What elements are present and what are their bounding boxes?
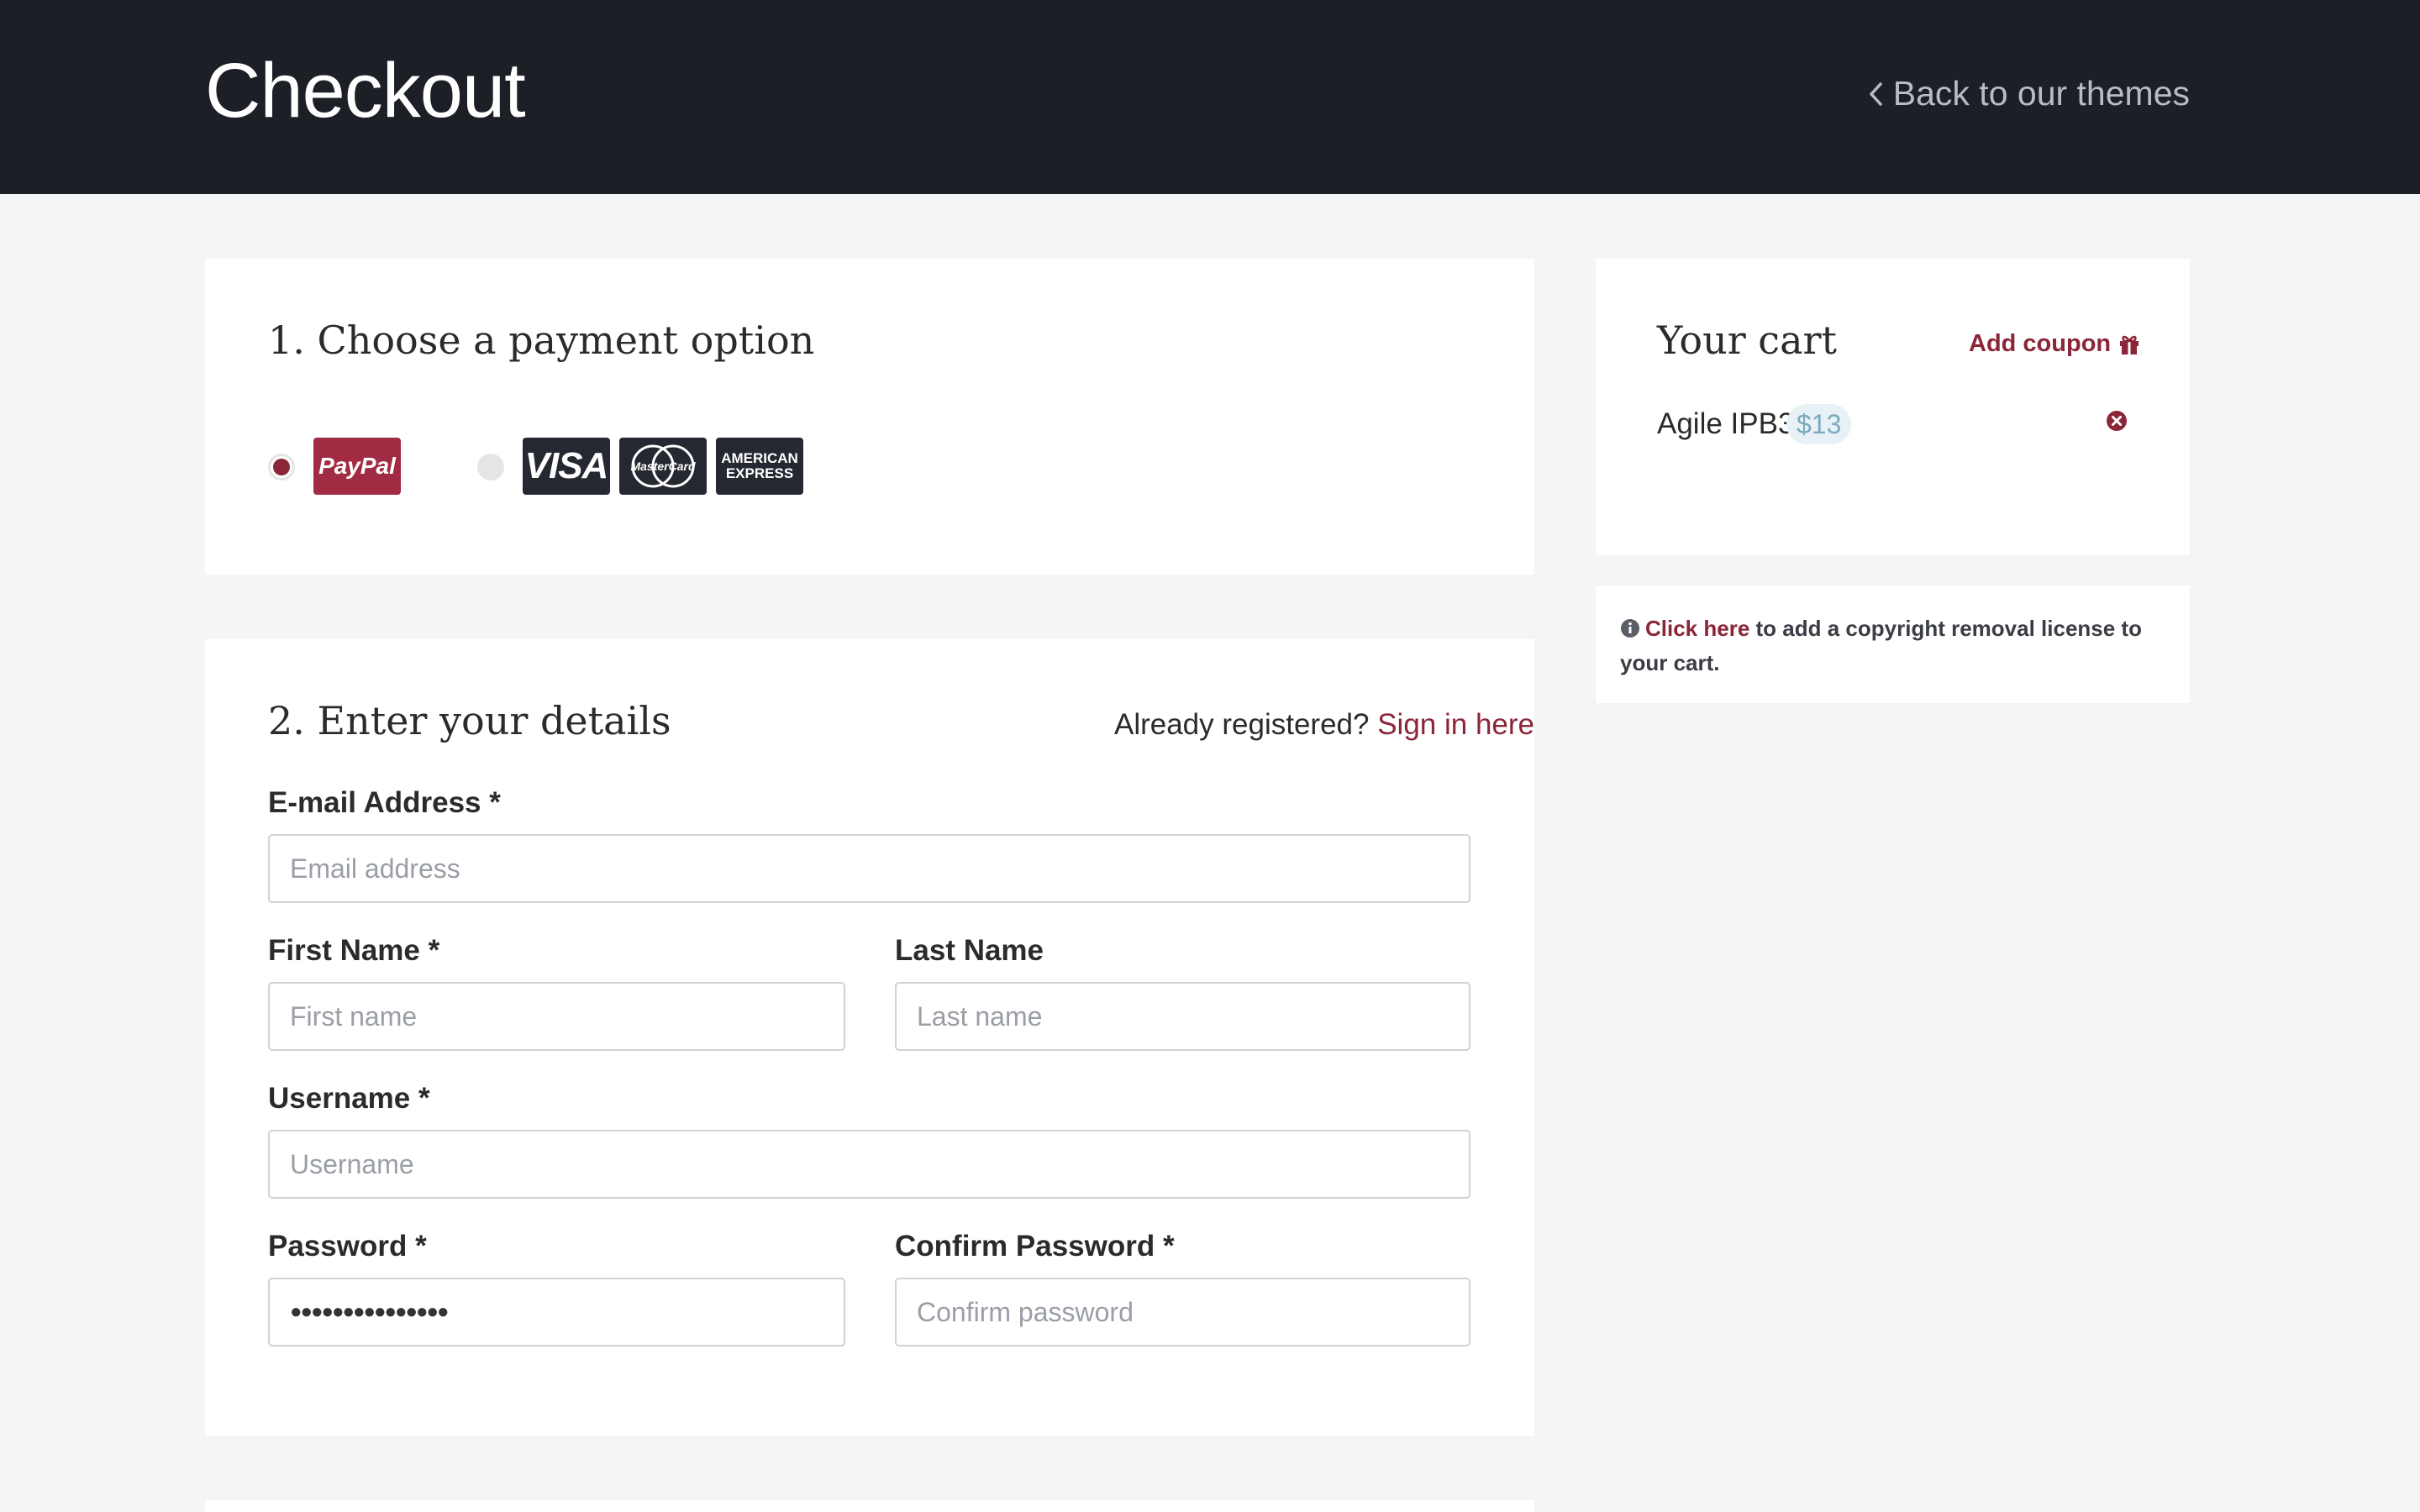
amex-line2: EXPRESS: [725, 465, 794, 481]
confirm-password-label: Confirm Password *: [895, 1230, 1175, 1263]
paypal-radio[interactable]: [268, 454, 295, 480]
confirm-password-field[interactable]: [895, 1278, 1470, 1347]
password-label: Password *: [268, 1230, 427, 1263]
signin-prompt: Already registered? Sign in here: [1114, 708, 1534, 742]
license-notice: Click here to add a copyright removal li…: [1620, 612, 2166, 680]
password-field[interactable]: ●●●●●●●●●●●●●●●: [268, 1278, 845, 1347]
back-link-label: Back to our themes: [1892, 74, 2190, 113]
payment-option-card: [205, 259, 1534, 575]
mastercard-logo[interactable]: MasterCard: [619, 438, 707, 495]
last-name-label: Last Name: [895, 934, 1044, 967]
visa-logo[interactable]: VISA: [523, 438, 610, 495]
price-badge: $13: [1786, 404, 1852, 444]
back-to-themes-link[interactable]: Back to our themes: [1866, 74, 2190, 113]
email-field[interactable]: [268, 834, 1470, 903]
sign-in-link[interactable]: Sign in here: [1377, 708, 1534, 741]
username-label: Username *: [268, 1082, 430, 1115]
first-name-label: First Name *: [268, 934, 440, 967]
details-section-title: 2. Enter your details: [268, 698, 671, 743]
username-field[interactable]: [268, 1130, 1470, 1199]
amex-line1: AMERICAN: [721, 450, 798, 467]
last-name-field[interactable]: [895, 982, 1470, 1051]
amex-logo[interactable]: AMERICAN EXPRESS: [716, 438, 803, 495]
top-header: Checkout Back to our themes: [0, 0, 2420, 194]
page-title: Checkout: [205, 48, 526, 134]
remove-item-icon[interactable]: [2106, 410, 2128, 432]
mastercard-text: MasterCard: [630, 459, 695, 473]
paypal-logo[interactable]: PayPal: [313, 438, 401, 495]
add-coupon-label: Add coupon: [1969, 330, 2112, 357]
license-click-here-link[interactable]: Click here: [1645, 616, 1749, 641]
info-icon: [1621, 619, 1639, 638]
add-coupon-link[interactable]: Add coupon: [1969, 330, 2141, 358]
chevron-left-icon: [1870, 81, 1882, 106]
first-name-field[interactable]: [268, 982, 845, 1051]
cart-item-name: Agile IPB3: [1657, 407, 1795, 440]
gift-icon: [2120, 335, 2139, 354]
card-radio[interactable]: [477, 454, 504, 480]
next-section-card: [205, 1500, 1534, 1512]
password-dots: ●●●●●●●●●●●●●●●: [290, 1300, 449, 1323]
payment-section-title: 1. Choose a payment option: [268, 318, 815, 363]
mastercard-icon: MasterCard: [630, 444, 696, 488]
already-registered-text: Already registered?: [1113, 708, 1370, 741]
cart-title: Your cart: [1657, 318, 1837, 363]
email-label: E-mail Address *: [268, 786, 501, 819]
